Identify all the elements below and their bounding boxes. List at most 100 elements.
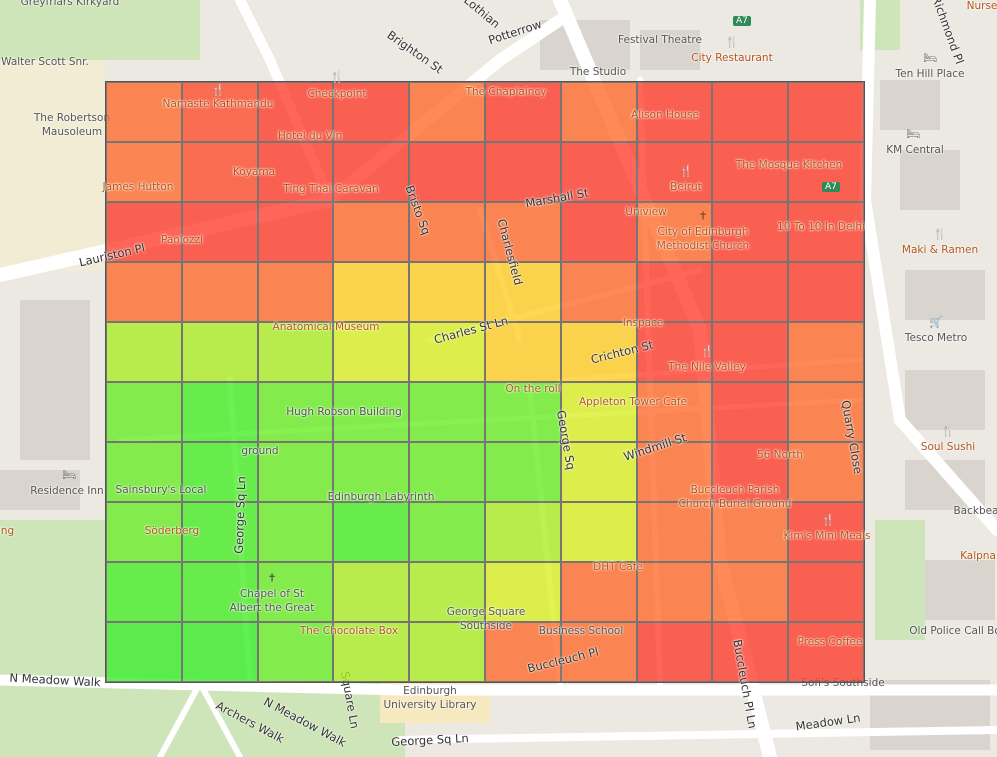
- heatmap-cell: [106, 562, 182, 622]
- heatmap-cell: [333, 262, 410, 322]
- heatmap-cell: [257, 202, 334, 262]
- place-label: Uniview: [625, 206, 667, 218]
- place-label: Mausoleum: [41, 126, 103, 138]
- restaurant-icon: 🍴: [941, 424, 955, 438]
- heatmap-cell: [106, 262, 182, 322]
- heatmap-cell: [712, 142, 789, 202]
- road-shield: A7: [822, 182, 840, 192]
- place-label: Kalpna: [960, 550, 996, 562]
- shop-icon: 🛒: [929, 315, 943, 329]
- place-label: Appleton Tower Cafe: [578, 396, 688, 408]
- place-label: Anatomical Museum: [272, 321, 380, 333]
- place-label: Ten Hill Place: [895, 68, 965, 80]
- map-view[interactable]: Greyfriars Kirkyard Walter Scott Snr. Th…: [0, 0, 997, 757]
- heatmap-cell: [712, 562, 789, 622]
- restaurant-icon: 🍴: [211, 83, 225, 97]
- heatmap-cell: [106, 322, 182, 382]
- heatmap-cell: [409, 142, 485, 202]
- place-label: Old Police Call Bo: [909, 625, 997, 637]
- restaurant-icon: 🍴: [700, 344, 714, 358]
- church-icon: ✝: [267, 571, 277, 585]
- place-label: Residence Inn: [30, 485, 104, 497]
- place-label: Koyama: [232, 166, 276, 178]
- place-label: On the roll: [505, 383, 561, 395]
- place-label: Hotel du Vin: [277, 130, 343, 142]
- heatmap-cell: [485, 322, 561, 382]
- place-label: George Square: [446, 606, 526, 618]
- heatmap-cell: [257, 262, 334, 322]
- place-label: Church Burial Ground: [678, 498, 792, 510]
- heatmap-cell: [560, 82, 637, 142]
- place-label: The Nile Valley: [668, 361, 746, 373]
- heatmap-cell: [181, 622, 258, 682]
- heatmap-cell: [106, 82, 182, 142]
- place-label: 10 To 10 In Delhi: [777, 221, 865, 233]
- heatmap-cell: [485, 442, 561, 502]
- place-label: Söderberg: [144, 525, 200, 537]
- heatmap-cell: [485, 262, 561, 322]
- heatmap-cell: [106, 142, 182, 202]
- road-shield: A7: [733, 16, 751, 26]
- place-label: ground: [241, 445, 279, 457]
- heatmap-cell: [636, 502, 713, 562]
- heatmap-cell: [560, 502, 637, 562]
- heatmap-cell: [409, 502, 485, 562]
- place-label: The Mosque Kitchen: [735, 159, 843, 171]
- heatmap-cell: [333, 502, 410, 562]
- heatmap-cell: [409, 262, 485, 322]
- place-label: DHT Cafe: [593, 561, 643, 573]
- place-label: Namaste Kathmandu: [162, 98, 274, 110]
- heatmap-grid: [105, 81, 865, 683]
- heatmap-cell: [181, 262, 258, 322]
- street-label: George Sq Ln: [231, 476, 249, 554]
- place-label: Southside: [459, 620, 513, 632]
- heatmap-cell: [636, 262, 713, 322]
- place-label: Edinburgh: [403, 685, 457, 697]
- place-label: Maki & Ramen: [901, 244, 979, 256]
- heatmap-cell: [560, 262, 637, 322]
- hotel-icon: 🛏: [62, 468, 76, 482]
- place-label: Ting Thai Caravan: [283, 183, 379, 195]
- place-label: Soul Sushi: [920, 441, 976, 453]
- heatmap-cell: [257, 502, 334, 562]
- place-label: City of Edinburgh: [657, 226, 749, 238]
- place-label: 56 North: [756, 449, 804, 461]
- place-label: Edinburgh Labyrinth: [327, 491, 435, 503]
- place-label: Methodist Church: [656, 240, 750, 252]
- place-label: The Chocolate Box: [299, 625, 399, 637]
- restaurant-icon: 🍴: [679, 164, 693, 178]
- heatmap-cell: [712, 322, 789, 382]
- restaurant-icon: 🍴: [725, 35, 739, 49]
- place-label: Paolozzi: [161, 234, 203, 246]
- place-label: The Chaplaincy: [465, 86, 547, 98]
- place-label: Festival Theatre: [618, 34, 702, 46]
- place-label: Sainsbury's Local: [115, 484, 207, 496]
- heatmap-cell: [636, 562, 713, 622]
- place-label: Nurse: [966, 0, 997, 12]
- place-label: The Studio: [569, 66, 627, 78]
- place-label: Alison House: [631, 109, 699, 121]
- heatmap-cell: [636, 142, 713, 202]
- heatmap-cell: [560, 382, 637, 442]
- heatmap-cell: [788, 622, 864, 682]
- place-label: Greyfriars Kirkyard: [20, 0, 120, 8]
- place-label: City Restaurant: [691, 52, 773, 64]
- heatmap-cell: [333, 202, 410, 262]
- place-label: Tesco Metro: [904, 332, 968, 344]
- restaurant-icon: 🍴: [933, 227, 947, 241]
- heatmap-cell: [712, 262, 789, 322]
- place-label: Checkpoint: [307, 88, 367, 100]
- hotel-icon: 🛏: [923, 51, 937, 65]
- heatmap-cell: [181, 202, 258, 262]
- place-label: The Robertson: [33, 112, 111, 124]
- heatmap-cell: [181, 382, 258, 442]
- place-label: Beirut: [670, 181, 702, 193]
- place-label: Walter Scott Snr.: [1, 56, 89, 68]
- heatmap-cell: [333, 562, 410, 622]
- heatmap-cell: [788, 562, 864, 622]
- heatmap-cell: [485, 202, 561, 262]
- restaurant-icon: 🍴: [330, 70, 344, 84]
- place-label: Chapel of St: [239, 588, 305, 600]
- place-label: Albert the Great: [229, 602, 315, 614]
- heatmap-cell: [788, 322, 864, 382]
